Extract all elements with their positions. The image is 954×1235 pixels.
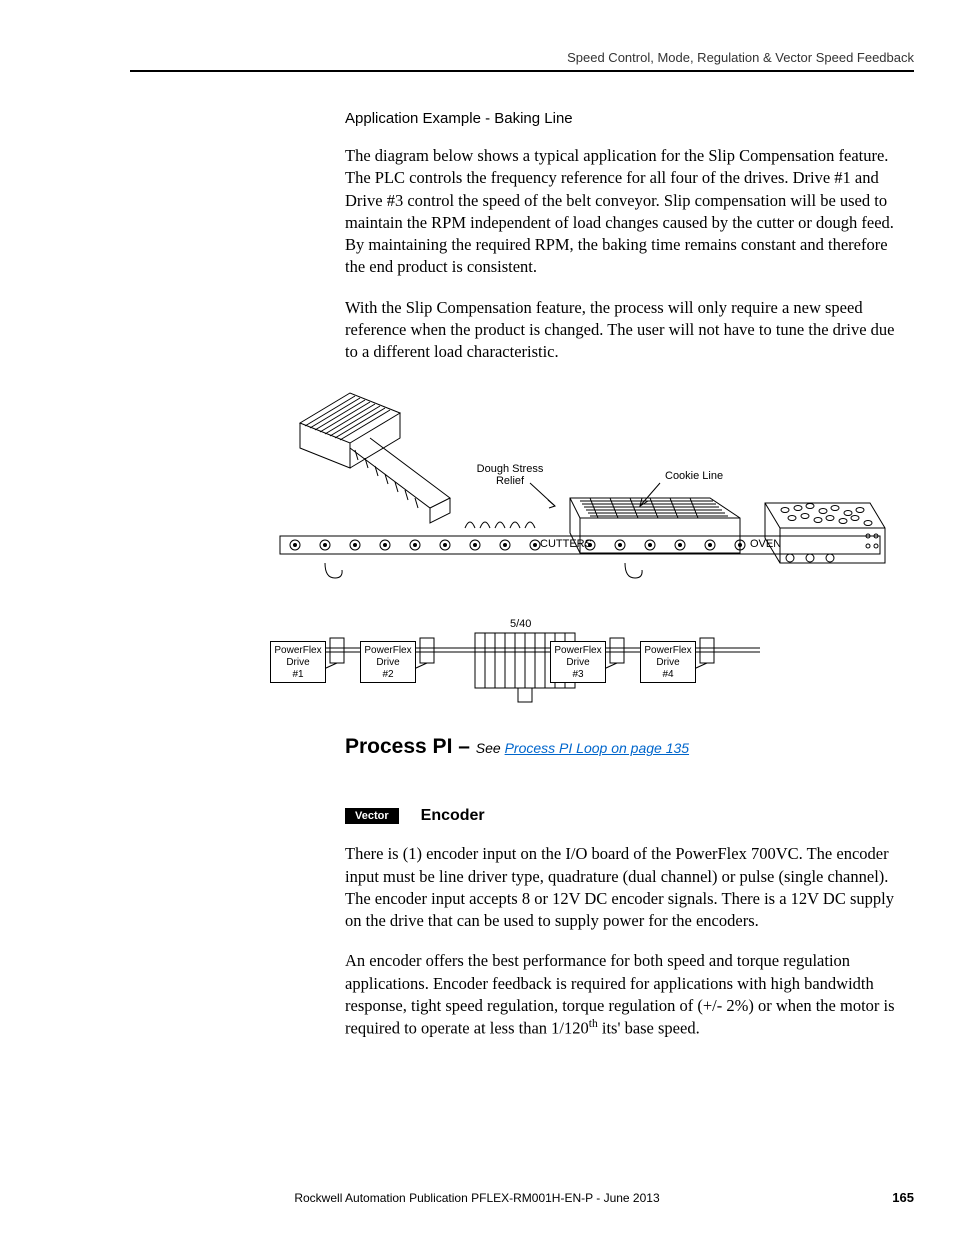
label-oven: OVEN bbox=[750, 538, 781, 550]
running-header: Speed Control, Mode, Regulation & Vector… bbox=[567, 50, 914, 65]
vector-badge: Vector bbox=[345, 808, 399, 824]
main-content: Application Example - Baking Line The di… bbox=[345, 110, 909, 381]
para-2: With the Slip Compensation feature, the … bbox=[345, 297, 909, 364]
drive-box-2: PowerFlex Drive#2 bbox=[360, 641, 416, 683]
drive-box-4: PowerFlex Drive#4 bbox=[640, 641, 696, 683]
vector-encoder-row: Vector Encoder bbox=[345, 807, 909, 825]
baking-line-diagram: Dough Stress Relief Cookie Line CUTTERS … bbox=[270, 388, 890, 708]
label-cutters: CUTTERS bbox=[540, 538, 592, 550]
process-pi-link[interactable]: Process PI Loop on page 135 bbox=[505, 740, 689, 756]
label-cookie-line: Cookie Line bbox=[665, 470, 723, 482]
encoder-para-2: An encoder offers the best performance f… bbox=[345, 950, 909, 1040]
encoder-title: Encoder bbox=[421, 807, 485, 825]
lower-content: Process PI – See Process PI Loop on page… bbox=[345, 735, 909, 1058]
footer-publication: Rockwell Automation Publication PFLEX-RM… bbox=[0, 1191, 954, 1205]
see-text: See Process PI Loop on page 135 bbox=[476, 740, 689, 756]
para-1: The diagram below shows a typical applic… bbox=[345, 145, 909, 279]
label-ratio: 5/40 bbox=[510, 618, 531, 630]
process-pi-title: Process PI bbox=[345, 735, 452, 758]
header-rule bbox=[130, 70, 914, 72]
page-number: 165 bbox=[892, 1190, 914, 1205]
drive-box-1: PowerFlex Drive#1 bbox=[270, 641, 326, 683]
label-dough-stress: Dough Stress Relief bbox=[465, 463, 555, 487]
app-example-heading: Application Example - Baking Line bbox=[345, 110, 909, 127]
process-pi-heading: Process PI – See Process PI Loop on page… bbox=[345, 735, 909, 759]
drive-box-3: PowerFlex Drive#3 bbox=[550, 641, 606, 683]
encoder-para-1: There is (1) encoder input on the I/O bo… bbox=[345, 843, 909, 932]
